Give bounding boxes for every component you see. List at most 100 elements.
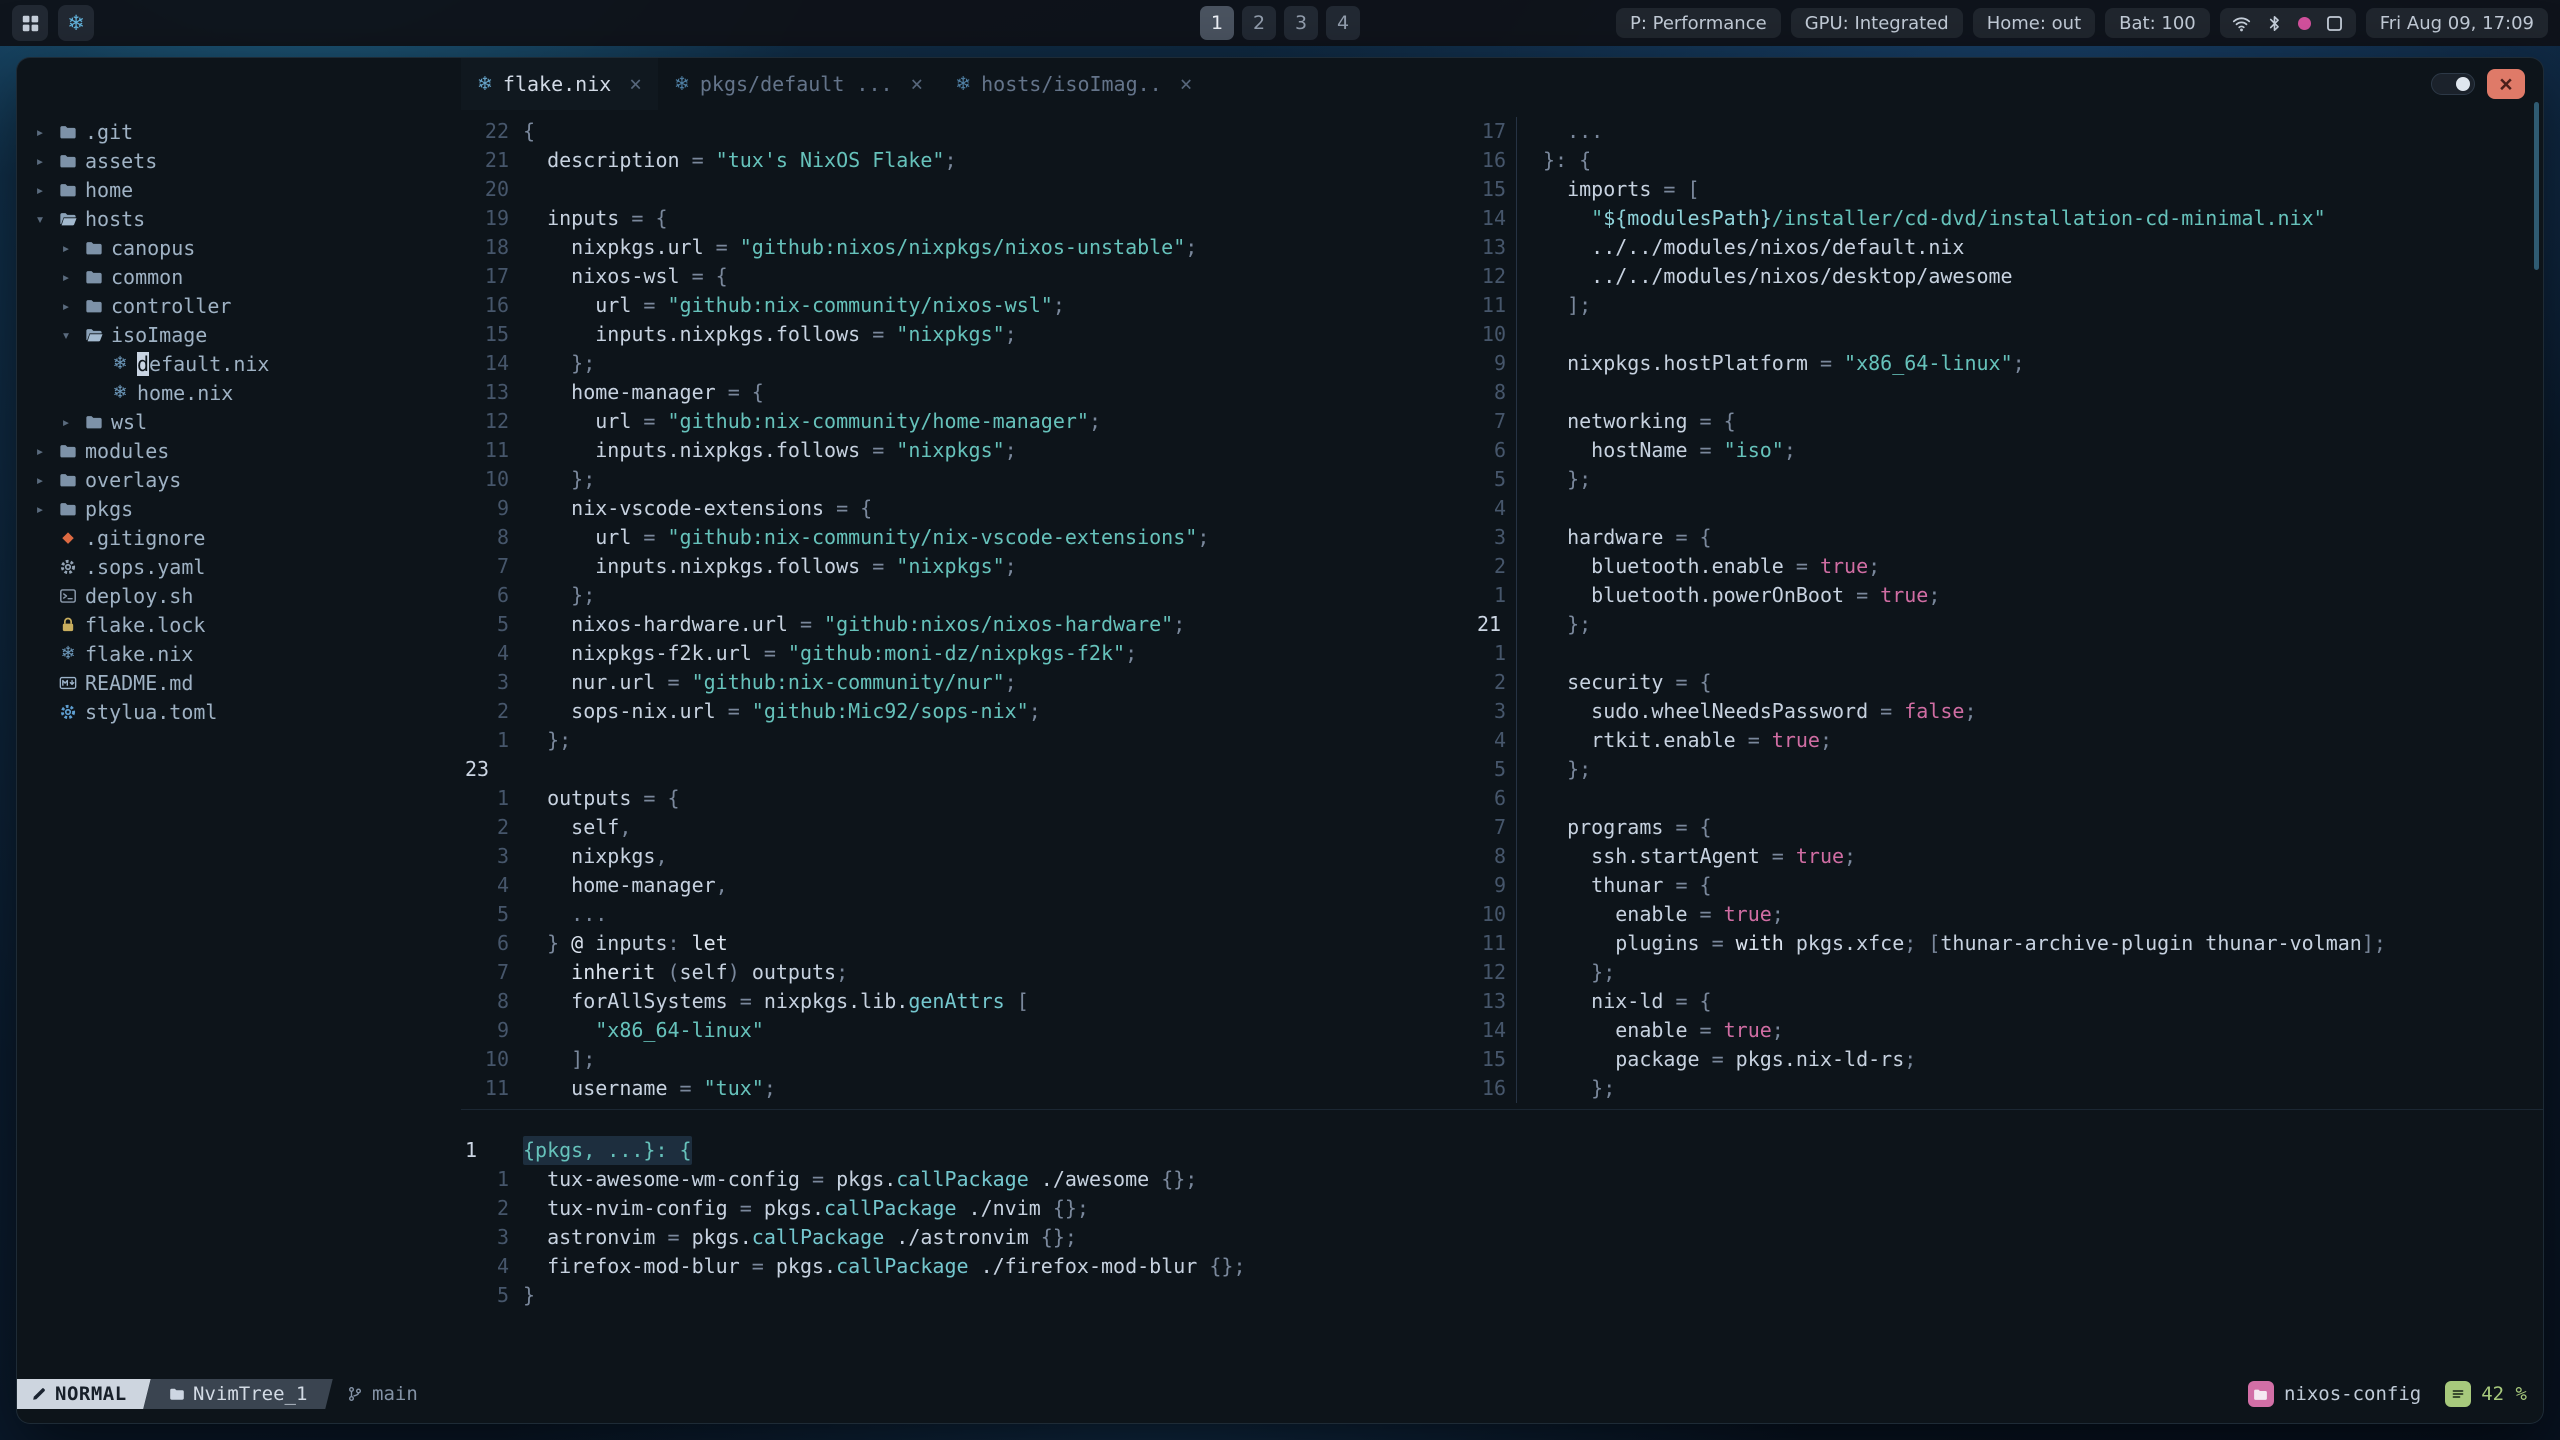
code-line[interactable]: 4 — [1473, 494, 2543, 523]
code-line[interactable]: 15 package = pkgs.nix-ld-rs; — [1473, 1045, 2543, 1074]
editor-pane-flake[interactable]: 22{21 description = "tux's NixOS Flake";… — [461, 117, 1473, 1109]
chevron-right-icon[interactable]: ▸ — [27, 123, 53, 141]
code-line[interactable]: 12 ../../modules/nixos/desktop/awesome — [1473, 262, 2543, 291]
tab-pkgs-default[interactable]: ❄ pkgs/default ... × — [658, 58, 939, 110]
code-line[interactable]: 5 }; — [1473, 755, 2543, 784]
code-line[interactable]: 10 enable = true; — [1473, 900, 2543, 929]
code-line[interactable]: 3 nur.url = "github:nix-community/nur"; — [461, 668, 1473, 697]
code-line[interactable]: 16}: { — [1473, 146, 2543, 175]
code-line[interactable]: 7 inherit (self) outputs; — [461, 958, 1473, 987]
tree-item-default-nix[interactable]: ❄ default.nix — [17, 349, 461, 378]
code-line[interactable]: 9 nix-vscode-extensions = { — [461, 494, 1473, 523]
chevron-right-icon[interactable]: ▸ — [53, 239, 79, 257]
code-line[interactable]: 1 {pkgs, ...}: { — [461, 1136, 2543, 1165]
code-line[interactable]: 21 }; — [1473, 610, 2543, 639]
code-line[interactable]: 13 nix-ld = { — [1473, 987, 2543, 1016]
tree-item-hosts[interactable]: ▾ hosts — [17, 204, 461, 233]
code-line[interactable]: 22 { — [461, 117, 1473, 146]
code-line[interactable]: 17 ... — [1473, 117, 2543, 146]
apps-grid-icon-button[interactable] — [12, 5, 48, 41]
workspace-button-3[interactable]: 3 — [1284, 6, 1318, 40]
tree-item-stylua-toml[interactable]: stylua.toml — [17, 697, 461, 726]
tab-close-icon[interactable]: × — [629, 72, 642, 96]
code-line[interactable]: 3 astronvim = pkgs.callPackage ./astronv… — [461, 1223, 2543, 1252]
code-line[interactable]: 10 }; — [461, 465, 1473, 494]
code-line[interactable]: 5 }; — [1473, 465, 2543, 494]
code-line[interactable]: 2 sops-nix.url = "github:Mic92/sops-nix"… — [461, 697, 1473, 726]
code-line[interactable]: 13 ../../modules/nixos/default.nix — [1473, 233, 2543, 262]
code-line[interactable]: 2 security = { — [1473, 668, 2543, 697]
tree-item-gitignore[interactable]: ◆ .gitignore — [17, 523, 461, 552]
code-line[interactable]: 5 nixos-hardware.url = "github:nixos/nix… — [461, 610, 1473, 639]
code-line[interactable]: 11 inputs.nixpkgs.follows = "nixpkgs"; — [461, 436, 1473, 465]
code-line[interactable]: 17 nixos-wsl = { — [461, 262, 1473, 291]
code-line[interactable]: 9 "x86_64-linux" — [461, 1016, 1473, 1045]
code-line[interactable]: 15 imports = [ — [1473, 175, 2543, 204]
code-line[interactable]: 6 hostName = "iso"; — [1473, 436, 2543, 465]
code-line[interactable]: 12 url = "github:nix-community/home-mana… — [461, 407, 1473, 436]
code-line[interactable]: 19 inputs = { — [461, 204, 1473, 233]
code-line[interactable]: 13 home-manager = { — [461, 378, 1473, 407]
code-line[interactable]: 5 ... — [461, 900, 1473, 929]
code-line[interactable]: 4 firefox-mod-blur = pkgs.callPackage ./… — [461, 1252, 2543, 1281]
tree-item-home-nix[interactable]: ❄ home.nix — [17, 378, 461, 407]
chevron-right-icon[interactable]: ▸ — [27, 181, 53, 199]
wifi-icon[interactable] — [2232, 14, 2251, 33]
chevron-right-icon[interactable]: ▸ — [27, 500, 53, 518]
code-line[interactable]: 2 bluetooth.enable = true; — [1473, 552, 2543, 581]
tree-item-wsl[interactable]: ▸ wsl — [17, 407, 461, 436]
window-toggle-switch[interactable] — [2431, 73, 2475, 95]
chevron-right-icon[interactable]: ▸ — [53, 268, 79, 286]
code-line[interactable]: 2 self, — [461, 813, 1473, 842]
chevron-right-icon[interactable]: ▸ — [53, 413, 79, 431]
chevron-right-icon[interactable]: ▸ — [27, 152, 53, 170]
tree-item-flake-lock[interactable]: flake.lock — [17, 610, 461, 639]
scrollbar-thumb[interactable] — [2534, 102, 2539, 270]
tree-item-common[interactable]: ▸ common — [17, 262, 461, 291]
tab-hosts-isoimag[interactable]: ❄ hosts/isoImag.. × — [939, 58, 1208, 110]
tree-item-home[interactable]: ▸ home — [17, 175, 461, 204]
tree-item-deploy-sh[interactable]: deploy.sh — [17, 581, 461, 610]
code-line[interactable]: 10 — [1473, 320, 2543, 349]
tree-item-flake-nix[interactable]: ❄ flake.nix — [17, 639, 461, 668]
tab-flake-nix[interactable]: ❄ flake.nix × — [461, 58, 658, 110]
tab-close-icon[interactable]: × — [1180, 72, 1193, 96]
code-line[interactable]: 14 }; — [461, 349, 1473, 378]
tree-item-modules[interactable]: ▸ modules — [17, 436, 461, 465]
workspace-button-2[interactable]: 2 — [1242, 6, 1276, 40]
chevron-right-icon[interactable]: ▸ — [27, 471, 53, 489]
code-line[interactable]: 14 "${modulesPath}/installer/cd-dvd/inst… — [1473, 204, 2543, 233]
editor-pane-isoimage[interactable]: 17 ... 16}: {15 imports = [14 "${modulesP… — [1473, 117, 2543, 1109]
tree-item-pkgs[interactable]: ▸ pkgs — [17, 494, 461, 523]
code-line[interactable]: 20 — [461, 175, 1473, 204]
code-line[interactable]: 1 outputs = { — [461, 784, 1473, 813]
code-line[interactable]: 3 sudo.wheelNeedsPassword = false; — [1473, 697, 2543, 726]
code-line[interactable]: 6 } @ inputs: let — [461, 929, 1473, 958]
code-line[interactable]: 16 }; — [1473, 1074, 2543, 1103]
workspace-button-4[interactable]: 4 — [1326, 6, 1360, 40]
code-line[interactable]: 18 nixpkgs.url = "github:nixos/nixpkgs/n… — [461, 233, 1473, 262]
code-line[interactable]: 4 rtkit.enable = true; — [1473, 726, 2543, 755]
workspace-button-1[interactable]: 1 — [1200, 6, 1234, 40]
tree-item-canopus[interactable]: ▸ canopus — [17, 233, 461, 262]
code-line[interactable]: 5} — [461, 1281, 2543, 1310]
code-line[interactable]: 4 nixpkgs-f2k.url = "github:moni-dz/nixp… — [461, 639, 1473, 668]
tree-item-overlays[interactable]: ▸ overlays — [17, 465, 461, 494]
chevron-right-icon[interactable]: ▸ — [53, 297, 79, 315]
code-line[interactable]: 1 — [1473, 639, 2543, 668]
chevron-down-icon[interactable]: ▾ — [53, 326, 79, 344]
bluetooth-icon[interactable] — [2265, 14, 2284, 33]
code-line[interactable]: 8 — [1473, 378, 2543, 407]
window-close-button[interactable]: × — [2487, 69, 2525, 99]
code-line[interactable]: 8 url = "github:nix-community/nix-vscode… — [461, 523, 1473, 552]
code-line[interactable]: 3 nixpkgs, — [461, 842, 1473, 871]
code-line[interactable]: 6 — [1473, 784, 2543, 813]
command-line[interactable] — [17, 1409, 2543, 1423]
code-line[interactable]: 11 plugins = with pkgs.xfce; [thunar-arc… — [1473, 929, 2543, 958]
tree-item-isoimage[interactable]: ▾ isoImage — [17, 320, 461, 349]
tree-item-readme-md[interactable]: README.md — [17, 668, 461, 697]
code-line[interactable]: 7 programs = { — [1473, 813, 2543, 842]
editor-pane-pkgs[interactable]: 1 {pkgs, ...}: {1 tux-awesome-wm-config =… — [461, 1110, 2543, 1379]
code-line[interactable]: 14 enable = true; — [1473, 1016, 2543, 1045]
tree-item-controller[interactable]: ▸ controller — [17, 291, 461, 320]
